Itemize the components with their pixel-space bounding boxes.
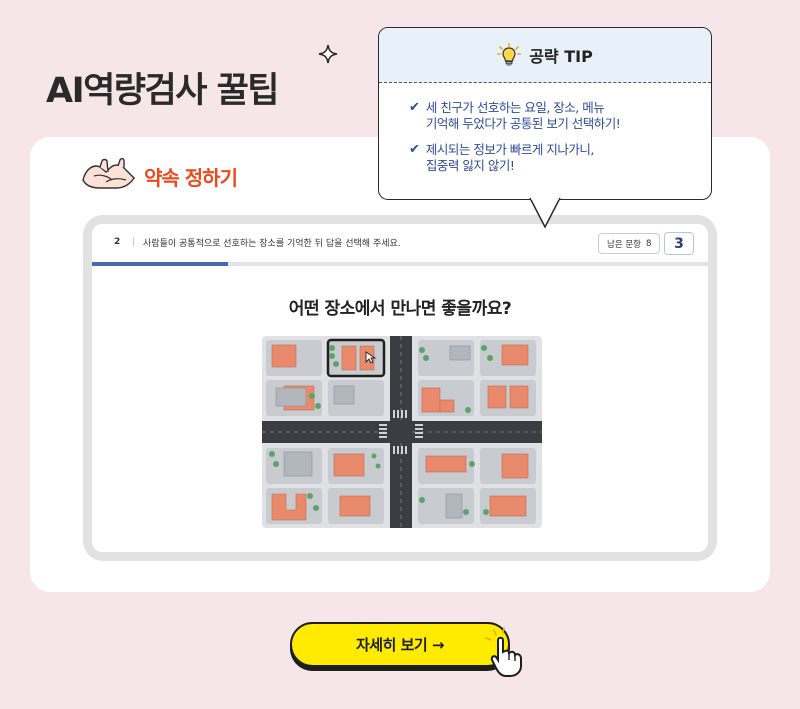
city-map: [262, 336, 542, 528]
test-screen: 2 | 사람들이 공통적으로 선호하는 장소를 기억한 뒤 답을 선택해 주세요…: [92, 224, 708, 552]
pointer-hand-icon: [485, 627, 522, 677]
tip-header: 공략 TIP: [379, 28, 711, 83]
progress-fill: [92, 262, 228, 266]
remaining-count: 8: [645, 238, 652, 249]
pinky-promise-icon: [82, 158, 135, 189]
tip-item: ✔ 세 친구가 선호하는 요일, 장소, 메뉴 기억해 두었다가 공통된 보기 …: [409, 100, 711, 132]
section-label: 약속 정하기: [80, 158, 238, 194]
tip-title: 공략 TIP: [529, 47, 593, 66]
remaining-questions-badge: 남은 문항 8: [598, 233, 661, 254]
tip-list: ✔ 세 친구가 선호하는 요일, 장소, 메뉴 기억해 두었다가 공통된 보기 …: [379, 83, 711, 174]
lightbulb-icon: [497, 43, 522, 66]
check-icon: ✔: [409, 100, 420, 115]
remaining-label: 남은 문항: [607, 239, 641, 250]
question-prompt: 어떤 장소에서 만나면 좋을까요?: [288, 299, 512, 319]
page-title: AI역량검사 꿀팁: [46, 71, 280, 111]
progress-bar: [92, 262, 708, 266]
tip-bubble: 공략 TIP ✔ 세 친구가 선호하는 요일, 장소, 메뉴 기억해 두었다가 …: [378, 27, 712, 200]
header-divider: |: [132, 237, 136, 247]
current-question-index: 3: [664, 232, 694, 255]
tip-item-text: 제시되는 정보가 빠르게 지나가니, 집중력 잃지 않기!: [425, 142, 594, 173]
tip-item-text: 세 친구가 선호하는 요일, 장소, 메뉴 기억해 두었다가 공통된 보기 선택…: [425, 100, 621, 131]
section-label-text: 약속 정하기: [144, 165, 238, 190]
test-screen-frame: 2 | 사람들이 공통적으로 선호하는 장소를 기억한 뒤 답을 선택해 주세요…: [83, 215, 717, 561]
tip-item: ✔ 제시되는 정보가 빠르게 지나가니, 집중력 잃지 않기!: [409, 142, 711, 174]
view-details-button[interactable]: 자세히 보기 →: [290, 622, 510, 667]
tip-bubble-tail: [529, 197, 561, 229]
sparkle-icon: [318, 44, 338, 64]
question-number: 2: [114, 237, 121, 247]
question-instruction: 사람들이 공통적으로 선호하는 장소를 기억한 뒤 답을 선택해 주세요.: [143, 238, 401, 249]
check-icon: ✔: [409, 142, 420, 157]
